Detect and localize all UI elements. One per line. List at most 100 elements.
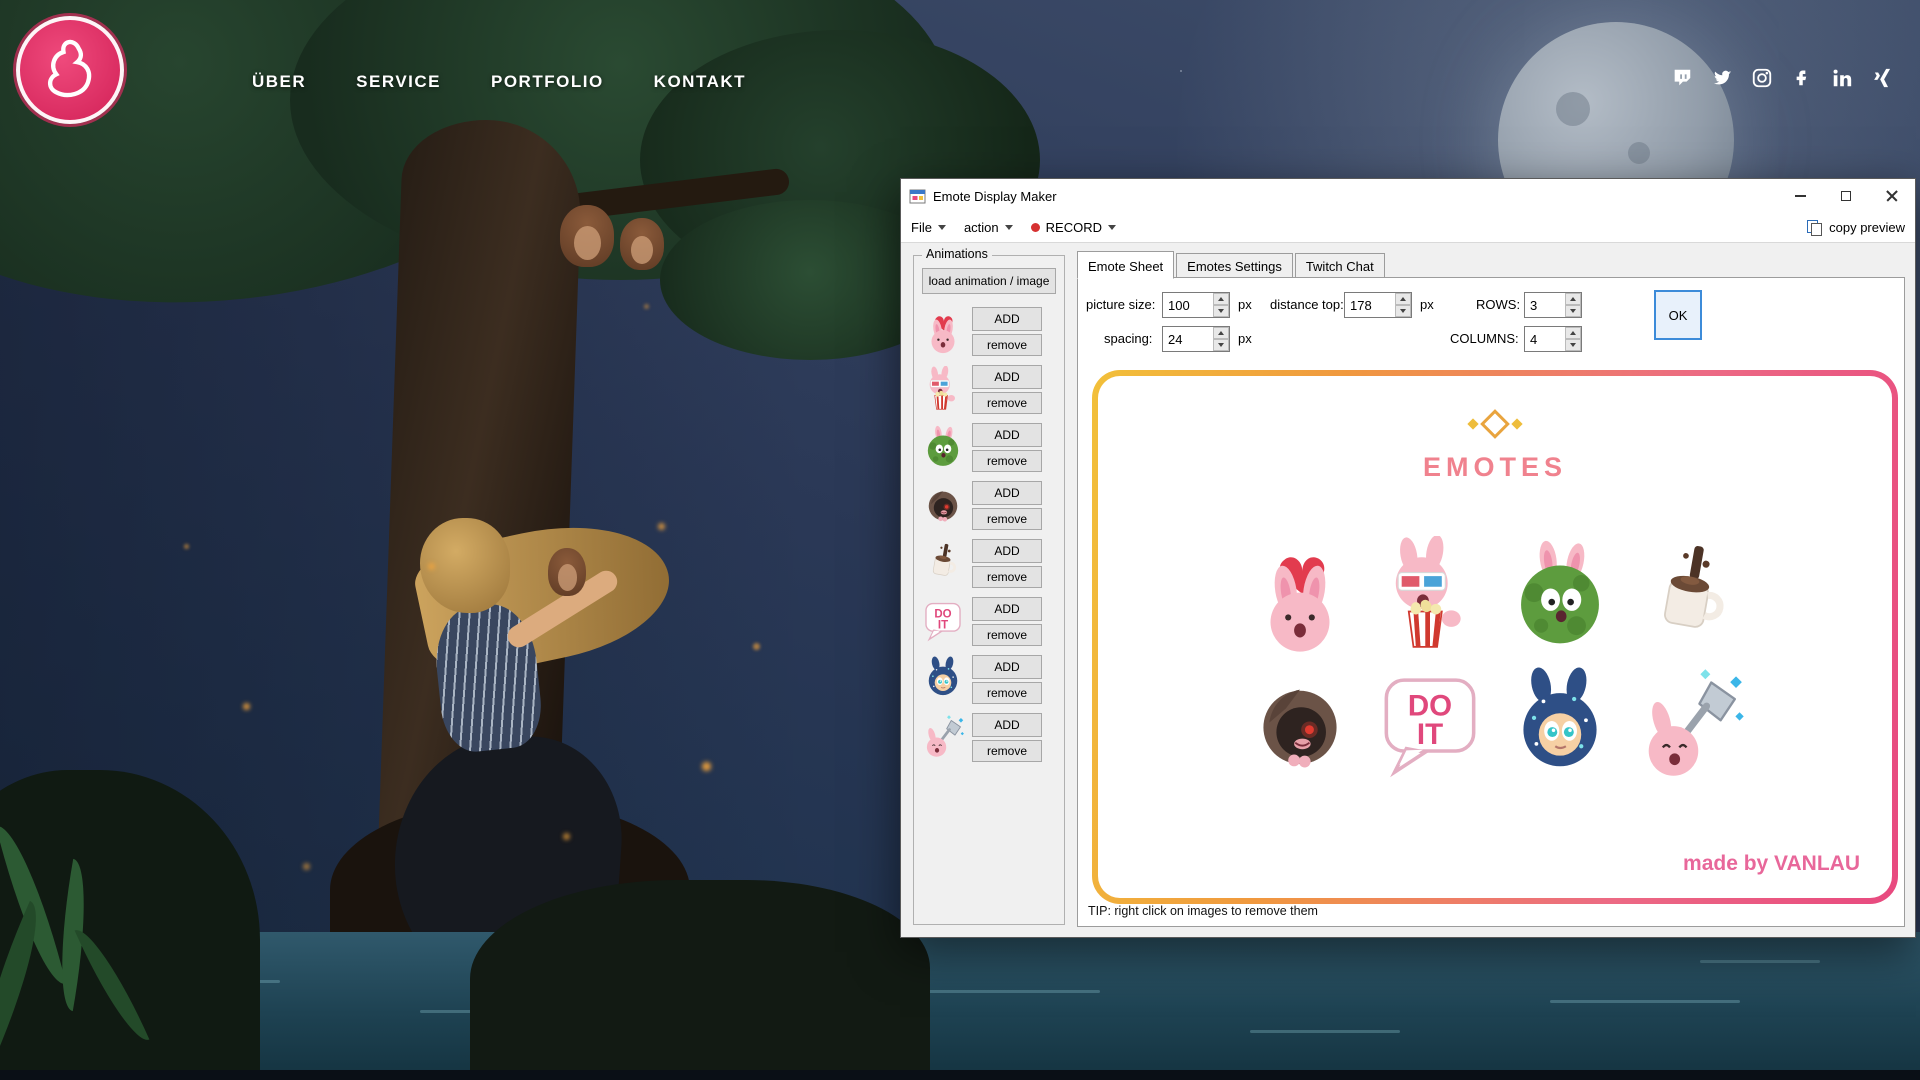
animation-row: ADD remove [914, 534, 1064, 592]
instagram-icon[interactable] [1750, 66, 1774, 90]
copy-icon [1807, 220, 1823, 236]
px-label: px [1238, 326, 1252, 352]
site-logo[interactable] [16, 16, 124, 124]
add-button[interactable]: ADD [972, 423, 1042, 447]
xing-icon[interactable] [1870, 66, 1894, 90]
emote-bunny-popcorn[interactable] [1371, 536, 1489, 654]
remove-button[interactable]: remove [972, 392, 1042, 414]
spacing-spinner[interactable] [1213, 327, 1229, 351]
remove-button[interactable]: remove [972, 740, 1042, 762]
animation-row: ADD remove [914, 302, 1064, 360]
emote-sheet-preview: EMOTES made by VAN [1092, 370, 1898, 904]
add-button[interactable]: ADD [972, 539, 1042, 563]
px-label: px [1420, 292, 1434, 318]
nav-item-service[interactable]: SERVICE [356, 72, 441, 92]
emote-sheet-page: picture size: px distance top: px ROWS: [1077, 277, 1905, 927]
twitter-icon[interactable] [1710, 66, 1734, 90]
tab-strip: Emote Sheet Emotes Settings Twitch Chat [1077, 251, 1905, 278]
animation-row: ADD remove [914, 708, 1064, 766]
remove-button[interactable]: remove [972, 624, 1042, 646]
nav-item-portfolio[interactable]: PORTFOLIO [491, 72, 604, 92]
bottom-edge [0, 1070, 1920, 1080]
chevron-down-icon [938, 225, 946, 230]
tip-text: TIP: right click on images to remove the… [1088, 904, 1318, 918]
titlebar[interactable]: Emote Display Maker [901, 179, 1915, 213]
thumbnail-bunny-shovel[interactable] [920, 714, 966, 760]
chevron-down-icon [1108, 225, 1116, 230]
tab-area: Emote Sheet Emotes Settings Twitch Chat … [1077, 251, 1905, 927]
twitch-icon[interactable] [1670, 66, 1694, 90]
menu-action[interactable]: action [964, 220, 1013, 235]
animations-panel-label: Animations [922, 247, 992, 261]
copy-preview-button[interactable]: copy preview [1807, 220, 1905, 236]
linkedin-icon[interactable] [1830, 66, 1854, 90]
owl-on-hand [548, 548, 586, 596]
add-button[interactable]: ADD [972, 655, 1042, 679]
tab-emotes-settings[interactable]: Emotes Settings [1176, 253, 1293, 278]
thumbnail-bunny-heart[interactable] [920, 308, 966, 354]
owl-couple [560, 205, 614, 267]
animation-row: ADD remove [914, 418, 1064, 476]
add-button[interactable]: ADD [972, 713, 1042, 737]
thumbnail-bunny-popcorn[interactable] [920, 366, 966, 412]
nav-item-kontakt[interactable]: KONTAKT [654, 72, 746, 92]
app-icon [909, 188, 926, 205]
remove-button[interactable]: remove [972, 682, 1042, 704]
window-controls [1777, 179, 1915, 213]
ok-button[interactable]: OK [1654, 290, 1702, 340]
tab-emote-sheet[interactable]: Emote Sheet [1077, 251, 1174, 279]
thumbnail-bunny-hood[interactable] [920, 482, 966, 528]
menu-record[interactable]: RECORD [1031, 220, 1116, 235]
emote-bunny-hood[interactable] [1241, 666, 1359, 784]
remove-button[interactable]: remove [972, 334, 1042, 356]
credit-text: made by VANLAU [1683, 852, 1860, 876]
emote-display-maker-window: Emote Display Maker File action RECORD c… [900, 178, 1916, 938]
emote-bunny-heart[interactable] [1241, 536, 1359, 654]
emote-bunny-cosmic[interactable] [1501, 666, 1619, 784]
tab-twitch-chat[interactable]: Twitch Chat [1295, 253, 1385, 278]
animations-panel: Animations load animation / image ADD re… [913, 255, 1065, 925]
emote-do-it-bubble[interactable] [1371, 666, 1489, 784]
emote-bunny-shovel[interactable] [1631, 666, 1749, 784]
nav-item-ueber[interactable]: ÜBER [252, 72, 306, 92]
animation-row: ADD remove [914, 360, 1064, 418]
animation-row: ADD remove [914, 476, 1064, 534]
divider-ornament-icon [1215, 402, 1775, 448]
menu-file[interactable]: File [911, 220, 946, 235]
rows-spinner[interactable] [1565, 293, 1581, 317]
bunny-logo-icon [34, 34, 106, 106]
add-button[interactable]: ADD [972, 481, 1042, 505]
remove-button[interactable]: remove [972, 508, 1042, 530]
add-button[interactable]: ADD [972, 597, 1042, 621]
remove-button[interactable]: remove [972, 566, 1042, 588]
thumbnail-bunny-cosmic[interactable] [920, 656, 966, 702]
picture-size-label: picture size: [1086, 292, 1155, 318]
thumbnail-do-it-bubble[interactable] [920, 598, 966, 644]
site-header: ÜBER SERVICE PORTFOLIO KONTAKT [0, 0, 1920, 150]
maximize-button[interactable] [1823, 179, 1869, 213]
close-button[interactable] [1869, 179, 1915, 213]
emote-coffee-cup[interactable] [1631, 536, 1749, 654]
columns-spinner[interactable] [1565, 327, 1581, 351]
picture-size-spinner[interactable] [1213, 293, 1229, 317]
add-button[interactable]: ADD [972, 307, 1042, 331]
animation-row: ADD remove [914, 650, 1064, 708]
facebook-icon[interactable] [1790, 66, 1814, 90]
emotes-sheet-title: EMOTES [1098, 452, 1892, 483]
thumbnail-coffee-cup[interactable] [920, 540, 966, 586]
columns-label: COLUMNS: [1450, 326, 1519, 352]
social-links [1670, 66, 1894, 90]
emote-bunny-bush[interactable] [1501, 536, 1619, 654]
thumbnail-bunny-bush[interactable] [920, 424, 966, 470]
load-animation-button[interactable]: load animation / image [922, 268, 1056, 294]
window-body: Animations load animation / image ADD re… [901, 243, 1915, 937]
screen: ÜBER SERVICE PORTFOLIO KONTAKT [0, 0, 1920, 1080]
add-button[interactable]: ADD [972, 365, 1042, 389]
main-navigation: ÜBER SERVICE PORTFOLIO KONTAKT [252, 72, 746, 92]
rows-label: ROWS: [1476, 292, 1520, 318]
remove-button[interactable]: remove [972, 450, 1042, 472]
animation-row: ADD remove [914, 592, 1064, 650]
sea [0, 932, 1920, 1080]
distance-top-spinner[interactable] [1395, 293, 1411, 317]
minimize-button[interactable] [1777, 179, 1823, 213]
